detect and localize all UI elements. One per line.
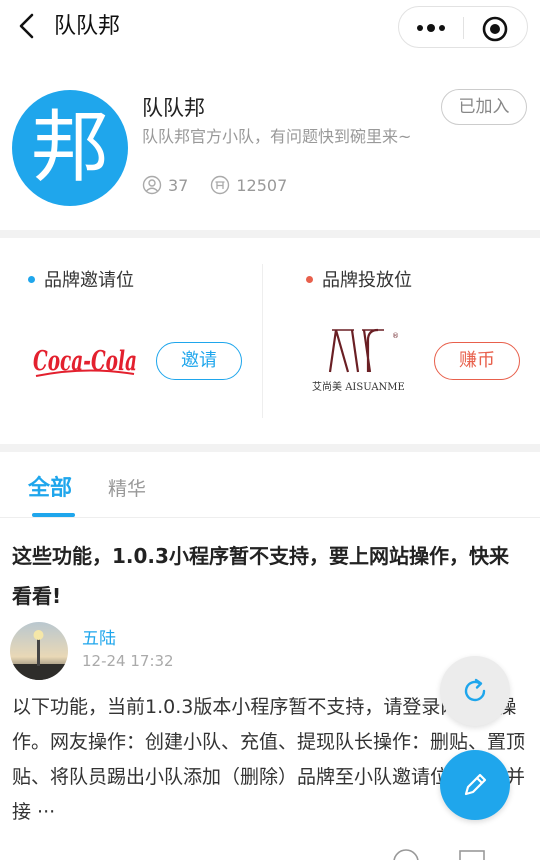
comment-icon[interactable]: [458, 848, 488, 860]
tab-bar: 全部 精华: [0, 456, 540, 518]
tab-featured[interactable]: 精华: [108, 474, 146, 501]
tab-all[interactable]: 全部: [28, 470, 72, 502]
page-title: 队队邦: [54, 14, 121, 39]
post-title[interactable]: 这些功能，1.0.3小程序暂不支持，要上网站操作，快来看看!: [12, 536, 528, 616]
section-divider: [0, 230, 540, 238]
red-dot: [306, 275, 313, 283]
earn-coin-button[interactable]: 赚币: [434, 342, 520, 380]
tab-active-indicator: [32, 513, 75, 517]
author-name[interactable]: 五陆: [82, 624, 116, 649]
refresh-icon: [464, 678, 486, 702]
coca-cola-logo[interactable]: Coca-Cola: [30, 336, 140, 386]
chevron-left-icon[interactable]: [14, 12, 42, 40]
coin-stat: 12507: [210, 175, 287, 195]
section-divider: [0, 444, 540, 452]
member-icon: [142, 175, 162, 195]
menu-capsule: [398, 6, 528, 48]
coin-icon: [211, 175, 230, 195]
author-avatar[interactable]: [10, 622, 68, 680]
brand-ad-title: 品牌投放位: [306, 266, 412, 292]
member-stat: 37: [142, 175, 188, 195]
brand-separator: [262, 264, 263, 418]
compose-button[interactable]: [440, 750, 510, 820]
svg-text:®: ®: [392, 332, 399, 340]
like-icon[interactable]: [392, 848, 422, 860]
post-actions: [390, 848, 520, 860]
refresh-button[interactable]: [440, 656, 510, 726]
team-description: 队队邦官方小队，有问题快到碗里来~: [142, 127, 412, 146]
pencil-icon: [464, 773, 487, 796]
brand-invite-title-text: 品牌邀请位: [44, 270, 134, 291]
aisuanme-logo-text: 艾尚美 AISUANME: [312, 380, 405, 393]
joined-button[interactable]: 已加入: [441, 89, 527, 125]
coin-count: 12507: [236, 175, 288, 195]
brand-ad-title-text: 品牌投放位: [322, 270, 412, 291]
nav-bar: 队队邦: [0, 0, 540, 56]
member-count: 37: [168, 175, 189, 195]
target-circle-icon[interactable]: [481, 15, 509, 43]
post-time: 12-24 17:32: [82, 652, 174, 670]
aisuanme-logo[interactable]: ® 艾尚美 AISUANME: [308, 326, 418, 396]
capsule-divider: [463, 17, 464, 39]
invite-button[interactable]: 邀请: [156, 342, 242, 380]
team-logo: 邦: [12, 90, 128, 206]
brand-invite-title: 品牌邀请位: [28, 266, 134, 292]
team-name: 队队邦: [142, 96, 205, 120]
more-dots-icon[interactable]: [413, 19, 449, 37]
team-stats: 37 12507: [142, 174, 309, 196]
brand-invite-section: 品牌邀请位 Coca-Cola 邀请: [0, 240, 262, 440]
brand-ad-section: 品牌投放位 ® 艾尚美 AISUANME 赚币: [264, 240, 540, 440]
blue-dot: [28, 275, 35, 283]
